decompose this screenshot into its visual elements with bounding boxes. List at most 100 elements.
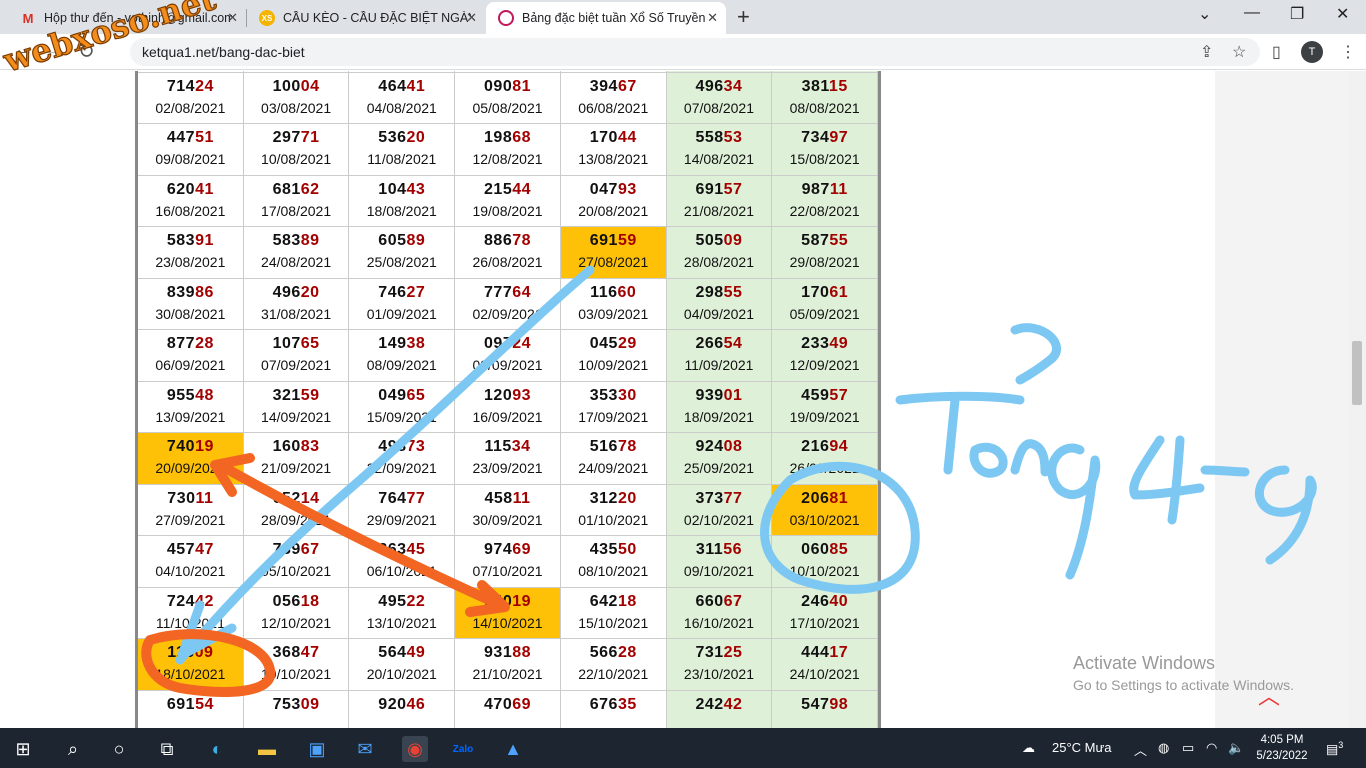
close-icon[interactable]: ✕ [227,10,238,26]
number-tail: 62 [300,180,320,198]
result-number: 73011 [138,490,243,508]
draw-date: 15/08/2021 [789,151,860,167]
result-number: 35330 [561,387,666,405]
number-tail: 69 [512,695,532,713]
number-head: 496 [272,283,301,301]
store-icon[interactable]: ▣ [304,736,330,762]
minimize-icon[interactable]: — [1244,4,1260,22]
table-cell: 98711 22/08/2021 [772,175,879,227]
tab-gmail[interactable]: M Hộp thư đến - vothinh@gmail.com ✕ [8,2,246,34]
wifi-icon[interactable]: ◠ [1206,740,1217,756]
table-cell: 04965 15/09/2021 [349,381,456,433]
table-cell: 29771 10/08/2021 [243,124,350,176]
search-icon[interactable]: ⌕ [60,736,86,762]
number-head: 045 [589,335,618,352]
menu-icon[interactable]: ⋮ [1340,42,1356,62]
result-number: 93901 [667,387,772,405]
restore-icon[interactable]: ❐ [1290,4,1304,24]
draw-date: 20/09/2021 [155,460,226,476]
number-tail: 30 [617,386,637,404]
new-tab-button[interactable]: + [737,4,750,30]
number-head: 198 [484,129,513,146]
number-tail: 40 [829,592,849,610]
task-view-icon[interactable]: ⧉ [154,736,180,762]
number-tail: 14 [300,489,320,507]
tab-search-icon[interactable]: ⌄ [1198,4,1211,24]
number-tail: 53 [723,129,743,146]
table-row: 44751 09/08/2021 29771 10/08/2021 53620 11/08… [138,124,879,176]
tab-cau-keo[interactable]: XS CẦU KÈO - CẦU ĐẶC BIỆT NGÀY ✕ [247,2,485,34]
result-number: 09724 [455,335,560,353]
number-head: 583 [166,232,196,249]
scrollbar-thumb[interactable] [1352,341,1362,405]
close-icon[interactable]: ✕ [466,10,477,26]
tab-title: Hộp thư đến - vothinh@gmail.com [44,11,232,25]
draw-date: 23/10/2021 [683,666,754,682]
table-cell: 36847 19/10/2021 [243,639,350,691]
table-cell: 75309 [244,690,350,728]
result-number: 58755 [772,232,877,250]
clock[interactable]: 4:05 PM 5/23/2022 [1252,732,1312,764]
weather-icon[interactable]: ☁ [1022,740,1035,756]
forward-icon[interactable]: → [44,39,64,62]
result-number: 31220 [561,490,666,508]
battery-icon[interactable]: ▭ [1182,740,1194,756]
table-cell: 56449 20/10/2021 [349,639,456,691]
notification-icon[interactable]: ▤3 [1326,740,1343,757]
chrome-icon[interactable]: ◉ [402,736,428,762]
reload-icon[interactable]: ↻ [78,39,95,64]
result-number: 98711 [772,181,877,199]
number-tail: 93 [617,180,637,198]
number-tail: 51 [195,129,214,146]
table-cell: 35330 17/09/2021 [560,381,667,433]
weather-text[interactable]: 25°C Mưa [1052,740,1111,755]
bookmark-star-icon[interactable]: ☆ [1232,42,1246,62]
result-number: 04529 [561,335,666,353]
number-head: 547 [801,695,830,713]
table-cell: 11534 23/09/2021 [455,433,561,485]
windows-start-icon[interactable]: ⊞ [10,736,36,762]
activate-windows-title: Activate Windows [1073,653,1216,673]
mail-icon[interactable]: ✉ [352,736,378,762]
side-panel-icon[interactable]: ▯ [1272,42,1281,62]
file-explorer-icon[interactable]: ▬ [254,736,280,762]
table-cell: 10765 07/09/2021 [243,330,350,382]
table-cell: 31156 09/10/2021 [666,536,773,588]
number-head: 660 [695,592,724,610]
cortana-icon[interactable]: ○ [106,736,132,762]
number-tail: 81 [829,489,849,507]
tab-bang-dac-biet[interactable]: Bảng đặc biệt tuần Xổ Số Truyền ✕ [486,2,726,34]
close-window-icon[interactable]: ✕ [1336,4,1349,24]
draw-date: 04/08/2021 [366,99,437,116]
draw-date: 16/09/2021 [472,408,543,425]
scroll-top-icon[interactable]: ︿ [1258,679,1280,711]
right-blank-panel [881,71,1215,728]
result-number: 29855 [667,284,772,302]
result-number: 64218 [561,593,666,611]
edge-icon[interactable]: ◐ [204,736,230,762]
number-head: 974 [484,541,513,558]
result-number: 74627 [349,284,454,302]
close-icon[interactable]: ✕ [707,10,718,26]
number-tail: 20 [617,489,637,507]
number-head: 246 [801,592,830,610]
number-tail: 19 [512,592,532,610]
share-icon[interactable]: ⇪ [1200,42,1213,62]
left-margin [0,71,135,728]
address-bar[interactable]: ketqua1.net/bang-dac-biet [130,38,1260,66]
zalo-icon[interactable]: Zalo [450,736,476,762]
draw-date: 17/08/2021 [261,202,332,219]
avatar[interactable]: T [1301,41,1323,63]
volume-icon[interactable]: 🔈 [1228,740,1244,756]
tray-chevron-icon[interactable]: ︿ [1134,740,1147,759]
draw-date: 06/10/2021 [366,563,437,579]
draw-date: 11/08/2021 [367,151,437,167]
number-head: 242 [695,695,724,713]
number-tail: 55 [829,232,849,249]
meet-icon[interactable]: ◍ [1158,740,1169,756]
back-icon[interactable]: ← [12,39,32,62]
number-tail: 78 [512,232,532,249]
photos-icon[interactable]: ▲ [500,736,526,762]
number-head: 924 [695,438,724,455]
table-cell: 58389 24/08/2021 [243,227,350,279]
